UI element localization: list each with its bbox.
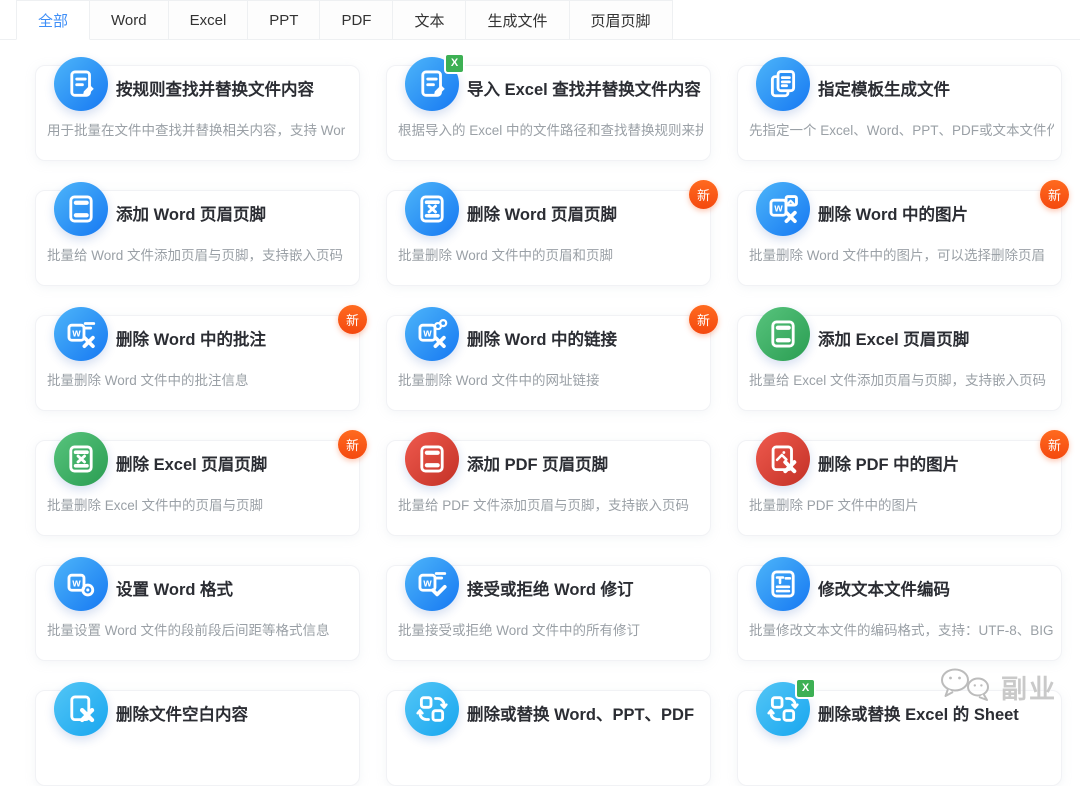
card-title: 删除 Excel 页眉页脚 [116, 441, 267, 485]
tool-card[interactable]: 修改文本文件编码批量修改文本文件的编码格式，支持：UTF-8、BIG [737, 565, 1062, 661]
page-header-footer-icon [756, 307, 810, 361]
tool-card[interactable]: w 设置 Word 格式批量设置 Word 文件的段前段后间距等格式信息 [35, 565, 360, 661]
card-title: 删除或替换 Excel 的 Sheet [818, 691, 1019, 735]
tool-card[interactable]: X导入 Excel 查找并替换文件内容根据导入的 Excel 中的文件路径和查找… [386, 65, 711, 161]
card-title: 删除 Word 中的图片 [818, 191, 968, 235]
card-title: 删除或替换 Word、PPT、PDF [467, 691, 694, 735]
svg-text:w: w [773, 203, 783, 215]
new-badge: 新 [338, 430, 367, 459]
card-description: 批量给 Excel 文件添加页眉与页脚，支持嵌入页码 [749, 369, 1054, 389]
tool-card[interactable]: w删除 Word 中的批注批量删除 Word 文件中的批注信息新 [35, 315, 360, 411]
svg-text:w: w [71, 328, 81, 340]
svg-text:w: w [422, 328, 432, 340]
new-badge: 新 [689, 305, 718, 334]
new-badge: 新 [338, 305, 367, 334]
tab-PDF[interactable]: PDF [319, 0, 393, 39]
new-badge: 新 [1040, 430, 1069, 459]
word-doc-check-icon: w [405, 557, 459, 611]
page-header-footer-x-icon [405, 182, 459, 236]
word-doc-image-x-icon: w [756, 182, 810, 236]
card-title: 添加 PDF 页眉页脚 [467, 441, 608, 485]
tool-card[interactable]: w删除 Word 中的链接批量删除 Word 文件中的网址链接新 [386, 315, 711, 411]
card-title: 设置 Word 格式 [116, 566, 233, 610]
card-description: 用于批量在文件中查找并替换相关内容，支持 Wor [47, 119, 352, 139]
docs-stack-icon [756, 57, 810, 111]
card-description: 先指定一个 Excel、Word、PPT、PDF或文本文件作 [749, 119, 1054, 139]
tab-全部[interactable]: 全部 [16, 0, 90, 40]
tab-文本[interactable]: 文本 [392, 0, 466, 39]
card-title: 接受或拒绝 Word 修订 [467, 566, 634, 610]
page-header-footer-icon [405, 432, 459, 486]
image-x-icon [756, 432, 810, 486]
excel-corner-badge: X [795, 678, 816, 699]
card-description: 批量删除 Word 文件中的网址链接 [398, 369, 703, 389]
tab-PPT[interactable]: PPT [247, 0, 320, 39]
card-description: 批量删除 Excel 文件中的页眉与页脚 [47, 494, 352, 514]
new-badge: 新 [1040, 180, 1069, 209]
tool-card[interactable]: 按规则查找并替换文件内容用于批量在文件中查找并替换相关内容，支持 Wor [35, 65, 360, 161]
excel-corner-badge: X [444, 53, 465, 74]
card-title: 删除 PDF 中的图片 [818, 441, 959, 485]
card-title: 指定模板生成文件 [818, 66, 950, 110]
card-description: 批量修改文本文件的编码格式，支持：UTF-8、BIG [749, 619, 1054, 639]
swap-icon [405, 682, 459, 736]
text-doc-icon [756, 557, 810, 611]
word-doc-note-x-icon: w [54, 307, 108, 361]
tab-页眉页脚[interactable]: 页眉页脚 [569, 0, 673, 39]
page-header-footer-x-icon [54, 432, 108, 486]
tab-Word[interactable]: Word [89, 0, 169, 39]
tool-card[interactable]: 指定模板生成文件先指定一个 Excel、Word、PPT、PDF或文本文件作 [737, 65, 1062, 161]
tool-card[interactable]: 删除或替换 Word、PPT、PDF [386, 690, 711, 786]
card-description: 批量接受或拒绝 Word 文件中的所有修订 [398, 619, 703, 639]
svg-text:w: w [71, 578, 81, 590]
card-description: 根据导入的 Excel 中的文件路径和查找替换规则来执 [398, 119, 703, 139]
swap-icon: X [756, 682, 810, 736]
card-description: 批量删除 Word 文件中的图片，可以选择删除页眉 [749, 244, 1054, 264]
card-description: 批量设置 Word 文件的段前段后间距等格式信息 [47, 619, 352, 639]
card-title: 导入 Excel 查找并替换文件内容 [467, 66, 701, 110]
new-badge: 新 [689, 180, 718, 209]
tool-card[interactable]: 删除 Word 页眉页脚批量删除 Word 文件中的页眉和页脚新 [386, 190, 711, 286]
svg-text:w: w [422, 578, 432, 590]
tab-Excel[interactable]: Excel [168, 0, 249, 39]
card-description: 批量删除 Word 文件中的页眉和页脚 [398, 244, 703, 264]
tool-card[interactable]: X删除或替换 Excel 的 Sheet [737, 690, 1062, 786]
page-x-icon [54, 682, 108, 736]
card-title: 删除 Word 页眉页脚 [467, 191, 617, 235]
card-description: 批量删除 Word 文件中的批注信息 [47, 369, 352, 389]
tool-card-grid: 按规则查找并替换文件内容用于批量在文件中查找并替换相关内容，支持 WorX导入 … [35, 65, 1062, 786]
doc-pencil-icon: X [405, 57, 459, 111]
tool-card[interactable]: 添加 Excel 页眉页脚批量给 Excel 文件添加页眉与页脚，支持嵌入页码 [737, 315, 1062, 411]
doc-pencil-icon [54, 57, 108, 111]
page-header-footer-icon [54, 182, 108, 236]
card-description: 批量给 PDF 文件添加页眉与页脚，支持嵌入页码 [398, 494, 703, 514]
card-title: 删除 Word 中的批注 [116, 316, 266, 360]
word-doc-link-x-icon: w [405, 307, 459, 361]
tool-card[interactable]: 添加 Word 页眉页脚批量给 Word 文件添加页眉与页脚，支持嵌入页码 [35, 190, 360, 286]
card-description: 批量删除 PDF 文件中的图片 [749, 494, 1054, 514]
card-description: 批量给 Word 文件添加页眉与页脚，支持嵌入页码 [47, 244, 352, 264]
word-doc-gear-icon: w [54, 557, 108, 611]
card-title: 添加 Excel 页眉页脚 [818, 316, 969, 360]
card-title: 按规则查找并替换文件内容 [116, 66, 314, 110]
tab-bar: 全部WordExcelPPTPDF文本生成文件页眉页脚 [0, 0, 1080, 40]
card-title: 删除 Word 中的链接 [467, 316, 617, 360]
tool-card[interactable]: 删除文件空白内容 [35, 690, 360, 786]
card-title: 添加 Word 页眉页脚 [116, 191, 266, 235]
tool-card[interactable]: w删除 Word 中的图片批量删除 Word 文件中的图片，可以选择删除页眉新 [737, 190, 1062, 286]
tool-card[interactable]: 删除 PDF 中的图片批量删除 PDF 文件中的图片新 [737, 440, 1062, 536]
tab-生成文件[interactable]: 生成文件 [465, 0, 569, 39]
tool-card[interactable]: w 接受或拒绝 Word 修订批量接受或拒绝 Word 文件中的所有修订 [386, 565, 711, 661]
tool-card[interactable]: 删除 Excel 页眉页脚批量删除 Excel 文件中的页眉与页脚新 [35, 440, 360, 536]
card-title: 删除文件空白内容 [116, 691, 248, 735]
card-title: 修改文本文件编码 [818, 566, 950, 610]
tool-card[interactable]: 添加 PDF 页眉页脚批量给 PDF 文件添加页眉与页脚，支持嵌入页码 [386, 440, 711, 536]
